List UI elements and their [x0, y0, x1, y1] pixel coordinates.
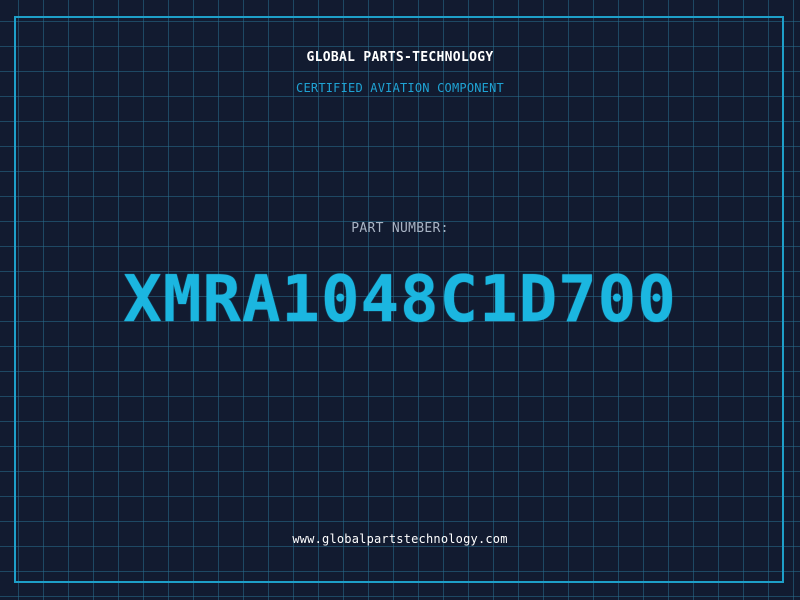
part-number-value: XMRA1048C1D700: [123, 263, 677, 337]
part-number-label: PART NUMBER:: [351, 221, 449, 236]
certification-subtitle: CERTIFIED AVIATION COMPONENT: [296, 81, 504, 95]
website-url: www.globalpartstechnology.com: [292, 532, 508, 546]
part-label-card: GLOBAL PARTS-TECHNOLOGY CERTIFIED AVIATI…: [0, 0, 800, 600]
company-name: GLOBAL PARTS-TECHNOLOGY: [306, 50, 494, 65]
